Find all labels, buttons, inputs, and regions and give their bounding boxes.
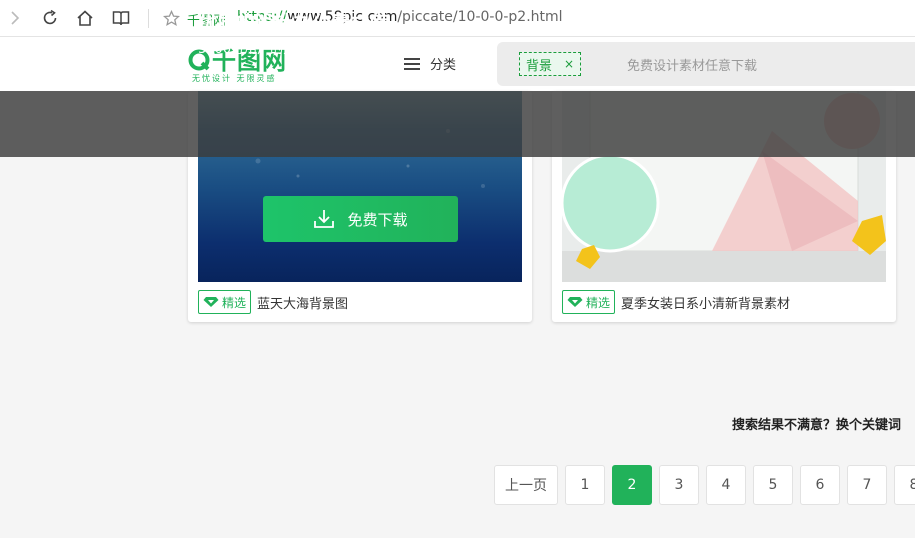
card-footer: 精选 蓝天大海背景图 [198,290,348,314]
logo-tagline: 无忧设计 无限灵感 [192,74,277,83]
featured-badge: 精选 [562,290,616,314]
forward-icon[interactable] [5,8,25,28]
toolbar-divider [148,9,149,28]
promo-banner [0,91,915,157]
card-title[interactable]: 蓝天大海背景图 [257,293,348,312]
badge-label: 精选 [586,295,611,310]
category-label: 分类 [430,58,457,73]
promo-title: 优质的设计办公素材库 [198,12,389,34]
download-label: 免费下载 [347,210,408,229]
pagination: 上一页 1 2 3 4 5 6 7 8 [494,465,915,505]
page-button[interactable]: 4 [706,465,746,505]
refresh-icon[interactable] [40,8,60,28]
search-input[interactable]: 免费设计素材任意下载 [627,55,757,74]
prev-page-button[interactable]: 上一页 [494,465,558,505]
diamond-icon [203,297,219,307]
page-button[interactable]: 1 [565,465,605,505]
card-title[interactable]: 夏季女装日系小清新背景素材 [621,293,790,312]
page-button[interactable]: 6 [800,465,840,505]
browser-toolbar: 千图网 https://www.58pic.com/piccate/10-0-0… [0,0,915,37]
page-button[interactable]: 3 [659,465,699,505]
card-footer: 精选 夏季女装日系小清新背景素材 [562,290,790,314]
close-icon[interactable]: × [564,57,574,71]
page-button[interactable]: 5 [753,465,793,505]
badge-label: 精选 [222,295,247,310]
site-header: 千图网 无忧设计 无限灵感 分类 背景 × 免费设计素材任意下载 [0,37,915,91]
reader-icon[interactable] [111,8,131,28]
page-button-active[interactable]: 2 [612,465,652,505]
page-button[interactable]: 7 [847,465,887,505]
search-tag-label: 背景 [526,58,553,74]
home-icon[interactable] [75,8,95,28]
search-box[interactable]: 背景 × 免费设计素材任意下载 [497,42,915,86]
search-tag[interactable]: 背景 × [519,52,582,76]
featured-badge: 精选 [198,290,252,314]
diamond-icon [567,297,583,307]
promo-subtitle: 3500万用户的选择，立即登录不加班！ [198,42,427,57]
star-icon[interactable] [161,8,181,28]
search-feedback-link[interactable]: 搜索结果不满意？换个关键词 [732,414,901,433]
url-path: /piccate/10-0-0-p2.html [397,9,563,25]
page-button[interactable]: 8 [894,465,915,505]
menu-icon [404,57,420,70]
download-icon [314,210,335,228]
free-download-button[interactable]: 免费下载 [263,196,458,242]
